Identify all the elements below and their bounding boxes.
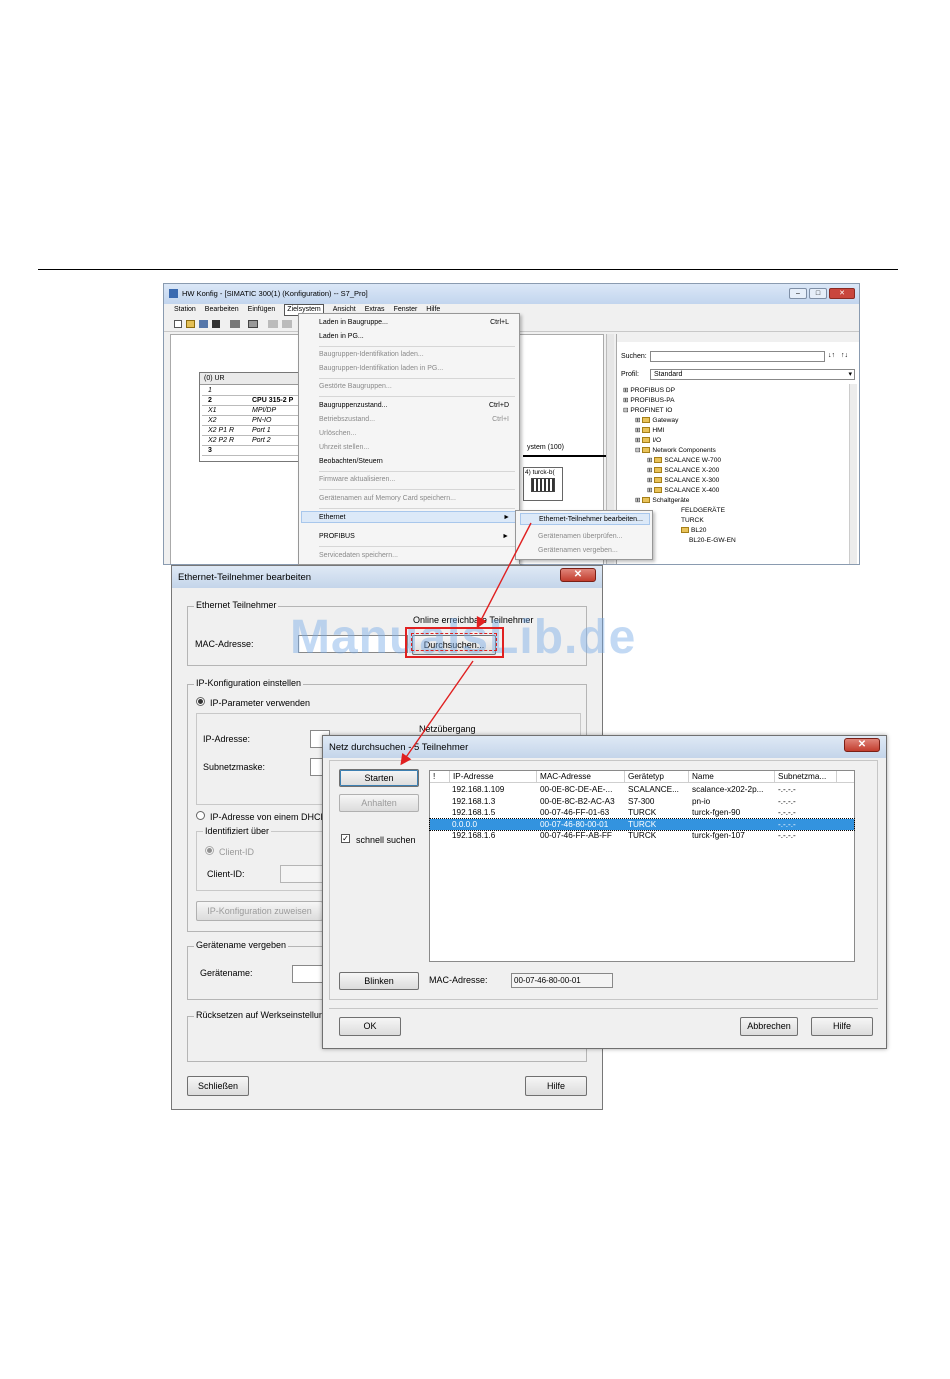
- arrow-to-durchsuchen: [476, 522, 532, 629]
- annotation-arrows: [400, 522, 532, 766]
- arrow-to-starten: [400, 660, 474, 766]
